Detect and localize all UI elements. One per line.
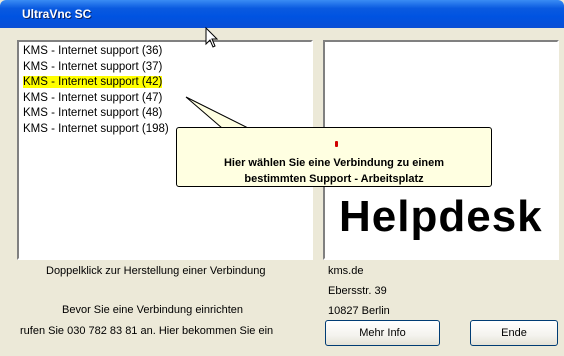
help-tooltip: Hier wählen Sie eine Verbindung zu einem… [176, 127, 492, 187]
list-item[interactable]: KMS - Internet support (37) [23, 60, 307, 76]
doubleclick-hint: Doppelklick zur Herstellung einer Verbin… [46, 265, 266, 277]
mouse-cursor-icon [205, 27, 219, 48]
title-bar[interactable]: UltraVnc SC [0, 0, 564, 28]
ultravnc-sc-window: UltraVnc SC KMS - Internet support (36) … [0, 0, 564, 356]
contact-street: Ebersstr. 39 [328, 285, 387, 297]
more-info-button[interactable]: Mehr Info [325, 320, 440, 346]
before-connect-text: Bevor Sie eine Verbindung einrichten [62, 304, 244, 316]
helpdesk-logo: Helpdesk [339, 192, 543, 241]
tooltip-marker [335, 141, 338, 147]
contact-city: 10827 Berlin [328, 305, 390, 317]
contact-domain: kms.de [328, 265, 364, 277]
call-support-text: rufen Sie 030 782 83 81 an. Hier bekomme… [20, 325, 274, 337]
tooltip-line-2: bestimmten Support - Arbeitsplatz [244, 173, 424, 185]
list-item[interactable]: KMS - Internet support (48) [23, 106, 307, 122]
tooltip-line-1: Hier wählen Sie eine Verbindung zu einem [223, 157, 445, 169]
list-item[interactable]: KMS - Internet support (47) [23, 91, 307, 107]
list-item[interactable]: KMS - Internet support (36) [23, 44, 307, 60]
window-title: UltraVnc SC [22, 7, 92, 21]
list-item-selected[interactable]: KMS - Internet support (42) [23, 75, 307, 91]
end-button[interactable]: Ende [470, 320, 558, 346]
